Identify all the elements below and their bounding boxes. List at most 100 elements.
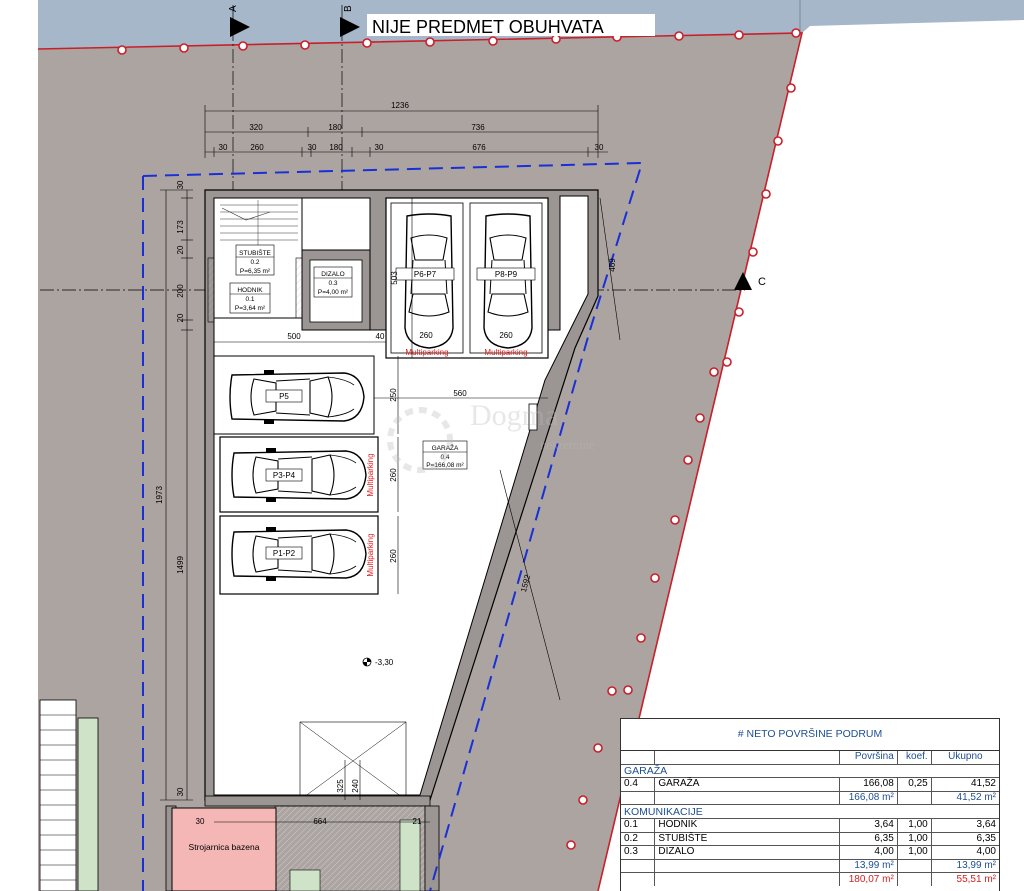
group-row: KOMUNIKACIJE: [621, 804, 999, 819]
dizalo-name: DIZALO: [321, 271, 344, 278]
dim-260-v1: 260: [389, 468, 398, 482]
subtotal-row: 13,99 m² 13,99 m²: [621, 858, 999, 873]
dim-664: 664: [313, 817, 327, 826]
row-area: 3,64: [838, 817, 898, 833]
car-p8-p9: [483, 213, 533, 349]
group-name-komunikacije: KOMUNIKACIJE: [621, 804, 999, 819]
dim-top-736: 736: [471, 123, 485, 132]
dizalo-area: P=4,00 m²: [318, 289, 349, 296]
dim-row3-4: 30: [375, 143, 384, 152]
row-code: 0.3: [621, 845, 655, 860]
watermark-line1: Dogma: [470, 399, 558, 432]
level-marker: [362, 657, 372, 667]
subtotal-area: 13,99 m²: [838, 858, 898, 873]
row-name: HODNIK: [654, 817, 840, 833]
row-name: GARAŽA: [654, 777, 840, 792]
dim-left-1499: 1499: [176, 556, 185, 574]
dim-left-20b: 20: [176, 313, 185, 322]
header-total: Ukupno: [930, 750, 999, 765]
subtotal-row: 166,08 m² 41,52 m²: [621, 790, 999, 805]
area-table-title: # NETO POVRŠINE PODRUM: [737, 728, 883, 740]
dim-top-total: 1236: [391, 101, 409, 110]
header-area: Površina: [838, 750, 898, 765]
row-coef: 1,00: [896, 817, 932, 833]
dizalo-code: 0.3: [328, 280, 337, 287]
section-b-label: B: [343, 5, 354, 12]
dim-left-1973: 1973: [155, 486, 164, 504]
multiparking-label-p8-p9: Multiparking: [484, 348, 527, 357]
row-area: 166,08: [838, 777, 898, 792]
subtotal-total: 41,52 m²: [930, 790, 999, 805]
section-c-label: C: [758, 276, 766, 288]
parking-label-p6-p7: P6-P7: [414, 270, 437, 279]
row-area: 6,35: [838, 831, 898, 846]
hodnik-area: P=3,64 m²: [235, 305, 266, 312]
dim-21: 21: [413, 817, 422, 826]
dim-row3-0: 30: [219, 143, 228, 152]
dim-left-173: 173: [176, 220, 185, 234]
dim-260-v2: 260: [389, 549, 398, 563]
dim-260-p89: 260: [499, 331, 513, 340]
stubiste-code: 0.2: [250, 259, 259, 266]
dim-row3-1: 260: [250, 143, 264, 152]
level-value: -3,30: [375, 658, 394, 667]
dim-top-180: 180: [328, 123, 342, 132]
subtotal-area: 166,08 m²: [838, 790, 898, 805]
stubiste-name: STUBIŠTE: [239, 248, 271, 257]
row-name: DIZALO: [654, 845, 840, 860]
dim-row3-3: 180: [329, 143, 343, 152]
dim-30-bottom: 30: [196, 817, 205, 826]
section-a-label: A: [228, 5, 239, 12]
row-coef: 0,25: [896, 777, 932, 792]
dim-560: 560: [453, 389, 467, 398]
total-row: 180,07 m² 55,51 m²: [621, 872, 999, 886]
table-row: 0.3 DIZALO 4,00 1,00 4,00: [621, 845, 999, 860]
row-coef: 1,00: [896, 831, 932, 846]
area-table: # NETO POVRŠINE PODRUM Površina koef. Uk…: [620, 718, 1000, 891]
dim-top-320: 320: [249, 123, 263, 132]
dim-left-200: 200: [176, 284, 185, 298]
multiparking-label-p1-p2: Multiparking: [366, 533, 375, 576]
out-of-scope-title: NIJE PREDMET OBUHVATA: [372, 17, 604, 37]
row-area: 4,00: [838, 845, 898, 860]
row-code: 0.2: [621, 831, 655, 846]
dim-503: 503: [390, 271, 399, 285]
row-name: STUBIŠTE: [654, 831, 840, 846]
garaza-name: GARAŽA: [432, 443, 459, 452]
table-row: 0.2 STUBIŠTE 6,35 1,00 6,35: [621, 831, 999, 846]
dim-240: 240: [351, 779, 360, 793]
parking-label-p5: P5: [279, 392, 289, 401]
dim-260-p67: 260: [419, 331, 433, 340]
row-total: 6,35: [930, 831, 999, 846]
row-code: 0.1: [621, 817, 655, 833]
subtotal-total: 13,99 m²: [930, 858, 999, 873]
parking-label-p3-p4: P3-P4: [273, 471, 296, 480]
header-coef: koef.: [896, 750, 932, 765]
hodnik-code: 0.1: [245, 296, 254, 303]
dim-row3-2: 30: [308, 143, 317, 152]
dim-469: 469: [608, 258, 617, 272]
group-name-garaza: GARAŽA: [621, 763, 999, 778]
dim-325: 325: [336, 779, 345, 793]
row-total: 3,64: [930, 817, 999, 833]
hodnik-name: HODNIK: [237, 287, 263, 294]
dim-row3-5: 676: [472, 143, 486, 152]
dim-40: 40: [376, 332, 385, 341]
row-code: 0.4: [621, 777, 655, 792]
row-coef: 1,00: [896, 845, 932, 860]
row-total: 4,00: [930, 845, 999, 860]
dim-row3-6: 30: [595, 143, 604, 152]
pool-machinery-label: Strojarnica bazena: [189, 842, 260, 852]
watermark-line2: nekretnine: [540, 437, 595, 452]
parking-label-p1-p2: P1-P2: [273, 549, 296, 558]
total-total: 55,51 m²: [930, 872, 999, 886]
dim-left-30-top: 30: [176, 180, 185, 189]
table-row: 0.4 GARAŽA 166,08 0,25 41,52: [621, 777, 999, 792]
parking-label-p8-p9: P8-P9: [495, 270, 518, 279]
dim-left-20a: 20: [176, 245, 185, 254]
table-header-row: Površina koef. Ukupno: [621, 750, 999, 765]
group-row: GARAŽA: [621, 763, 999, 778]
stubiste-area: P=6,35 m²: [240, 268, 271, 275]
table-row: 0.1 HODNIK 3,64 1,00 3,64: [621, 817, 999, 833]
row-total: 41,52: [930, 777, 999, 792]
